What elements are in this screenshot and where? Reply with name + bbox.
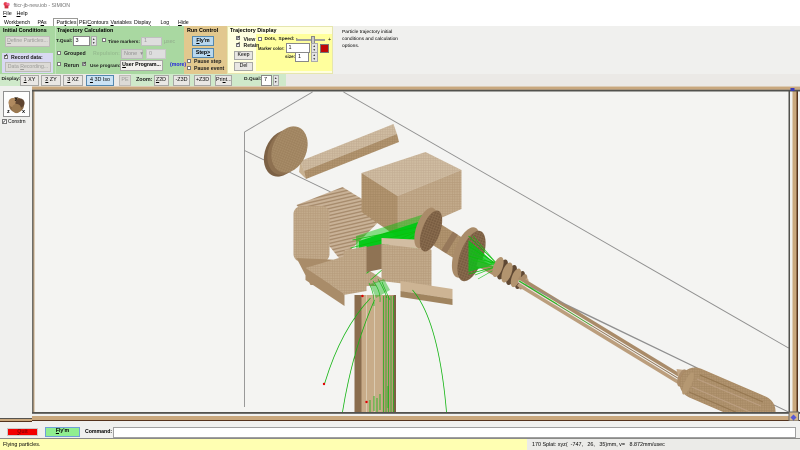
svg-text:z: z (7, 109, 10, 115)
svg-text:x: x (22, 109, 26, 115)
